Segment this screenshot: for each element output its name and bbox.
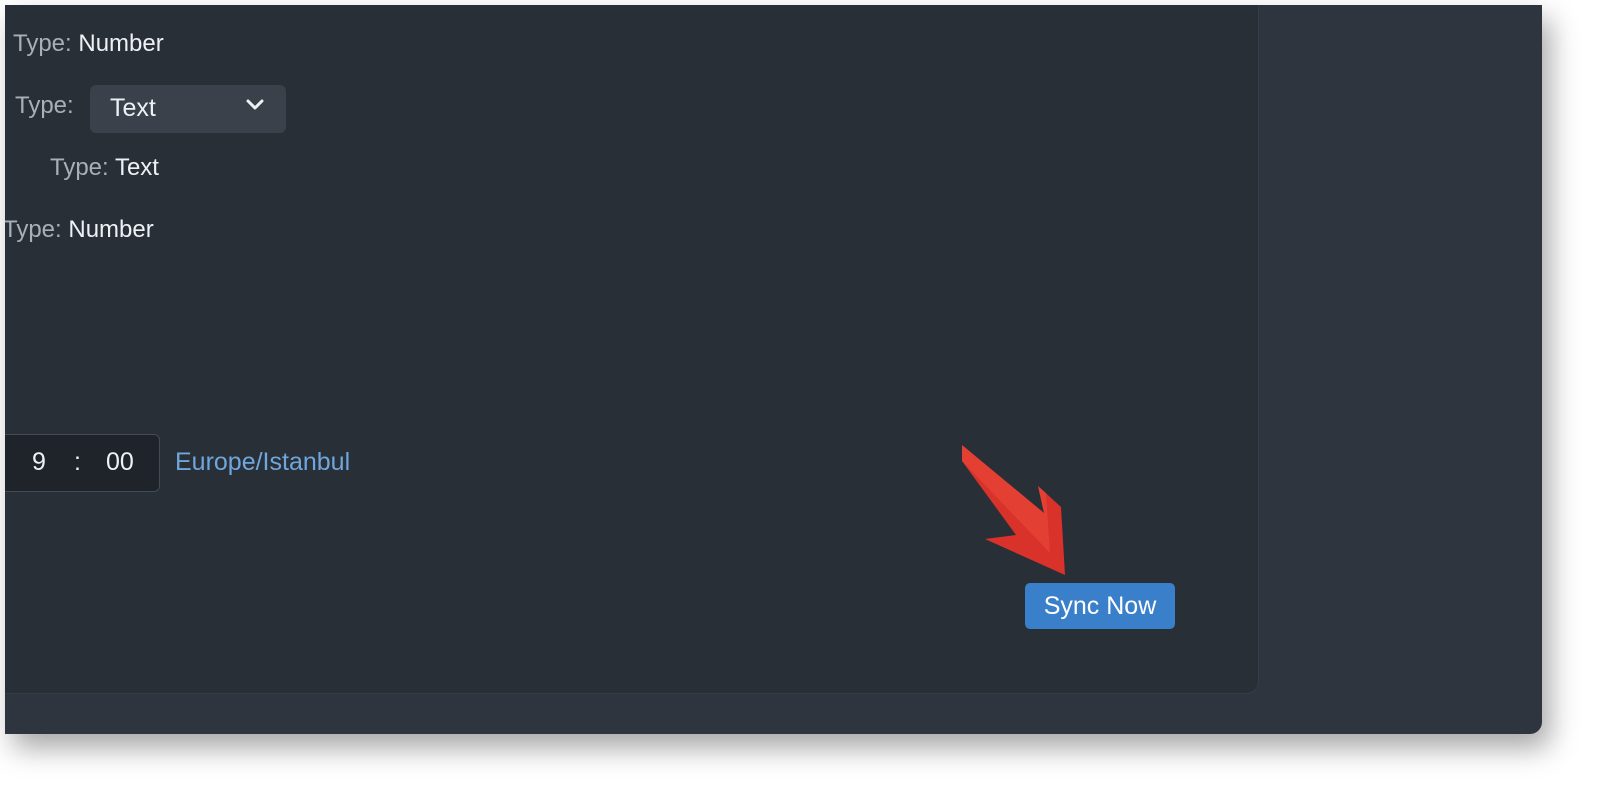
- minute-field[interactable]: 00: [106, 448, 134, 477]
- timezone-link[interactable]: Europe/Istanbul: [175, 448, 350, 477]
- field-type-row-3: Type: Text: [50, 153, 159, 183]
- field-type-row-2: Type:: [15, 91, 74, 121]
- type-value: Text: [114, 154, 159, 181]
- sync-time-input[interactable]: 9 : 00: [5, 434, 160, 492]
- hour-field[interactable]: 9: [32, 448, 46, 477]
- type-dropdown[interactable]: Text: [90, 85, 286, 133]
- type-value: Number: [68, 216, 154, 243]
- chevron-down-icon: [246, 99, 264, 110]
- type-label: Type:: [15, 92, 74, 119]
- type-label: Type:: [5, 216, 62, 243]
- app-window: Type: Number Type: Text Type: Text Type:…: [5, 5, 1542, 734]
- field-type-row-4: Type: Number: [5, 215, 154, 245]
- sync-now-button[interactable]: Sync Now: [1025, 583, 1175, 629]
- red-arrow-annotation-icon: [962, 445, 1065, 575]
- type-label: Type:: [50, 154, 109, 181]
- type-dropdown-value: Text: [110, 94, 156, 122]
- field-type-row-1: Type: Number: [13, 29, 164, 59]
- type-value: Number: [78, 30, 164, 57]
- sync-settings-panel: Type: Number Type: Text Type: Text Type:…: [5, 5, 1259, 694]
- type-label: Type:: [13, 30, 72, 57]
- time-separator: :: [74, 448, 81, 476]
